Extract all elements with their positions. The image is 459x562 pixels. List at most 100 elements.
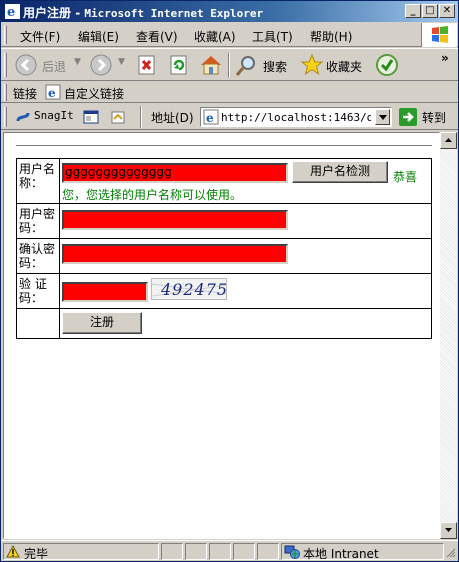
- minimize-button[interactable]: _: [405, 4, 421, 18]
- confirm-password-row: 确认密码：: [17, 239, 431, 274]
- menu-edit[interactable]: 编辑(E): [78, 28, 119, 45]
- status-panel-3: [209, 543, 231, 560]
- menu-help[interactable]: 帮助(H): [310, 28, 352, 45]
- address-label: 地址(D): [151, 111, 194, 125]
- back-arrow-icon[interactable]: [15, 54, 37, 76]
- go-arrow-icon[interactable]: [399, 108, 417, 126]
- captcha-cell: 492475: [61, 274, 431, 308]
- svg-text:e: e: [206, 111, 214, 125]
- close-button[interactable]: ✕: [439, 4, 455, 18]
- back-dropdown-icon[interactable]: ▼: [74, 57, 81, 67]
- capture-region-icon[interactable]: [110, 109, 126, 125]
- submit-row: 注册: [17, 309, 431, 338]
- address-dropdown-button[interactable]: [375, 109, 390, 125]
- address-grip[interactable]: [4, 107, 7, 127]
- menu-file[interactable]: 文件(F): [20, 28, 60, 45]
- links-grip[interactable]: [4, 84, 7, 101]
- windows-logo: [421, 23, 457, 47]
- captcha-input[interactable]: [62, 282, 148, 302]
- toolbar-grip[interactable]: [4, 53, 7, 77]
- status-panel-2: [185, 543, 207, 560]
- favorites-button-label[interactable]: 收藏夹: [326, 58, 362, 75]
- resize-grip-icon[interactable]: [445, 547, 456, 558]
- window-title: 用户注册 - Microsoft Internet Explorer: [23, 6, 264, 20]
- capture-window-icon[interactable]: [83, 109, 99, 125]
- register-button[interactable]: 注册: [62, 312, 142, 334]
- intranet-globe-icon: [284, 545, 300, 559]
- confirm-password-input[interactable]: [62, 244, 288, 264]
- forward-arrow-icon[interactable]: [90, 54, 112, 76]
- status-panel-5: [257, 543, 279, 560]
- svg-text:e: e: [48, 86, 56, 100]
- status-panel-4: [233, 543, 255, 560]
- go-button-label[interactable]: 转到: [422, 109, 446, 126]
- forward-dropdown-icon[interactable]: ▼: [118, 57, 125, 67]
- status-text: 完毕: [24, 547, 49, 561]
- username-label: 用户名称：: [17, 159, 60, 203]
- browser-window: e 用户注册 - Microsoft Internet Explorer _ □…: [0, 0, 459, 562]
- toolbar-separator: [228, 53, 230, 77]
- password-input[interactable]: [62, 210, 288, 230]
- toolbar-overflow-chevron-icon[interactable]: »: [441, 51, 449, 65]
- scroll-up-button[interactable]: [440, 132, 457, 149]
- standard-toolbar: 后退 ▼ ▼ 搜索 收藏夹 »: [1, 48, 458, 81]
- scroll-down-arrow-icon: [445, 528, 452, 532]
- ie-page-icon: e: [203, 109, 219, 125]
- vertical-scrollbar[interactable]: [440, 132, 457, 539]
- check-result-text-2: 您，您选择的用户名称可以使用。: [62, 188, 243, 202]
- password-label: 用户密码：: [17, 204, 60, 238]
- custom-links-link[interactable]: 自定义链接: [64, 85, 124, 102]
- address-url-text[interactable]: http://localhost:1463/deng: [221, 111, 371, 124]
- menu-grip[interactable]: [4, 26, 7, 44]
- search-button-label[interactable]: 搜索: [263, 58, 287, 75]
- password-cell: [61, 204, 431, 238]
- submit-cell: 注册: [61, 309, 431, 338]
- menu-favorites[interactable]: 收藏(A): [194, 28, 236, 45]
- captcha-image: 492475: [151, 278, 227, 300]
- media-icon[interactable]: [375, 53, 399, 77]
- password-row: 用户密码：: [17, 204, 431, 239]
- menu-bar: 文件(F) 编辑(E) 查看(V) 收藏(A) 工具(T) 帮助(H): [1, 23, 458, 47]
- menu-view[interactable]: 查看(V): [136, 28, 178, 45]
- confirm-password-label: 确认密码：: [17, 239, 60, 273]
- title-bar[interactable]: e 用户注册 - Microsoft Internet Explorer _ □…: [1, 1, 458, 22]
- links-label: 链接: [13, 87, 38, 101]
- confirm-password-cell: [61, 239, 431, 273]
- svg-text:e: e: [7, 5, 15, 19]
- refresh-icon[interactable]: [169, 55, 189, 75]
- page-content: 用户名称： gggggggggggggg 用户名检测 恭喜 您，您选择的用户名称…: [3, 132, 440, 539]
- favorites-star-icon[interactable]: [300, 53, 324, 77]
- snagit-icon[interactable]: [15, 109, 31, 125]
- scroll-down-button[interactable]: [440, 522, 457, 539]
- address-input[interactable]: e http://localhost:1463/deng: [200, 107, 392, 127]
- address-separator: [140, 106, 142, 128]
- home-icon[interactable]: [199, 53, 223, 77]
- menu-tools[interactable]: 工具(T): [252, 28, 293, 45]
- horizontal-rule: [16, 145, 432, 147]
- status-panel-1: [161, 543, 183, 560]
- security-zone-panel: 本地 Intranet: [281, 543, 444, 561]
- username-cell: gggggggggggggg 用户名检测 恭喜 您，您选择的用户名称可以使用。: [61, 159, 431, 203]
- search-icon[interactable]: [235, 54, 259, 78]
- submit-empty-label: [17, 309, 60, 338]
- maximize-button[interactable]: □: [422, 4, 438, 18]
- username-input[interactable]: gggggggggggggg: [62, 163, 288, 183]
- captcha-row: 验 证 码： 492475: [17, 274, 431, 309]
- status-bar: 完毕 本地 Intranet: [1, 540, 458, 561]
- address-toolbar: SnagIt 地址(D) e http://localhost:1463/den…: [1, 104, 458, 130]
- stop-icon[interactable]: [137, 55, 157, 75]
- snagit-button-label[interactable]: SnagIt: [34, 109, 74, 122]
- links-bar: 链接 e 自定义链接: [1, 82, 458, 103]
- check-result-text-1: 恭喜: [393, 170, 418, 184]
- ie-app-icon: e: [5, 4, 20, 19]
- back-button-label[interactable]: 后退: [42, 58, 66, 75]
- scroll-up-arrow-icon: [445, 138, 452, 142]
- status-text-panel: 完毕: [3, 543, 159, 561]
- check-username-button[interactable]: 用户名检测: [292, 161, 388, 183]
- captcha-code: 492475: [161, 280, 227, 299]
- dropdown-arrow-icon: [379, 115, 387, 120]
- captcha-label: 验 证 码：: [17, 274, 60, 308]
- register-form: 用户名称： gggggggggggggg 用户名检测 恭喜 您，您选择的用户名称…: [16, 158, 432, 339]
- ie-page-icon: e: [45, 84, 61, 100]
- username-row: 用户名称： gggggggggggggg 用户名检测 恭喜 您，您选择的用户名称…: [17, 159, 431, 204]
